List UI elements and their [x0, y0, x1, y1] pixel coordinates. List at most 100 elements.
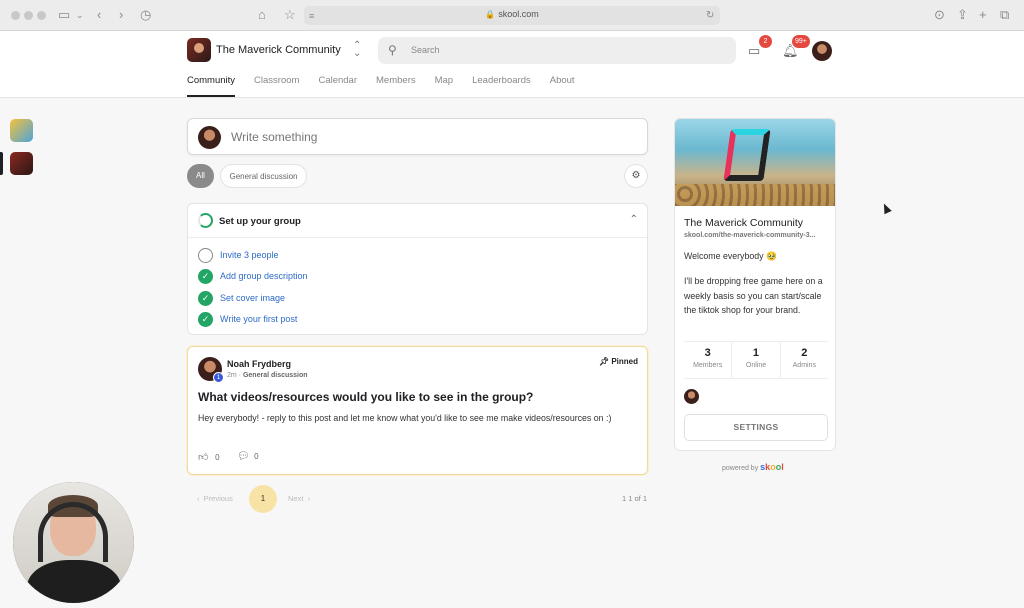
pinned-label: Pinned — [611, 357, 638, 366]
community-logo[interactable] — [187, 38, 211, 62]
task-label[interactable]: Set cover image — [220, 293, 285, 303]
like-button[interactable]: 👍︎ 0 — [198, 451, 220, 463]
comment-button[interactable]: 💬︎ 0 — [237, 451, 259, 462]
stat-online[interactable]: 1 Online — [732, 342, 781, 378]
tab-map[interactable]: Map — [435, 75, 453, 97]
downloads-icon[interactable]: ⊙ — [934, 7, 945, 23]
filter-settings-icon[interactable]: ⚙ — [624, 164, 648, 188]
post-time: 2m — [227, 372, 237, 379]
chat-badge: 2 — [759, 35, 772, 48]
stat-value: 3 — [704, 347, 711, 359]
share-icon[interactable]: ⇪ — [957, 7, 968, 23]
pagination-count: 1 1 of 1 — [622, 494, 648, 503]
setup-card: Set up your group ⌃ Invite 3 people ✓ Ad… — [187, 203, 648, 335]
tab-leaderboards[interactable]: Leaderboards — [472, 75, 531, 97]
tab-about[interactable]: About — [550, 75, 575, 97]
pinned-post-card[interactable]: 1 Noah Frydberg 2m · General discussion … — [187, 346, 648, 475]
sidebar-description: I'll be dropping free game here on a wee… — [684, 276, 823, 315]
presenter-body — [27, 560, 121, 603]
rail-community-1[interactable] — [10, 119, 33, 142]
sidebar-community-url[interactable]: skool.com/the-maverick-community-3... — [684, 232, 815, 239]
stat-admins[interactable]: 2 Admins — [781, 342, 828, 378]
pagination-current-page[interactable]: 1 — [249, 485, 277, 513]
forward-icon[interactable]: › — [119, 7, 123, 23]
tab-overview-icon[interactable]: ⧉ — [1000, 7, 1009, 23]
address-bar[interactable]: ≡ 🔒 skool.com ↻ — [304, 6, 720, 25]
previous-label: Previous — [203, 494, 233, 503]
comment-icon: 💬︎ — [237, 451, 250, 462]
post-composer[interactable]: Write something — [187, 118, 648, 155]
post-meta: 2m · General discussion — [227, 372, 308, 379]
next-label: Next — [288, 494, 304, 503]
new-tab-icon[interactable]: + — [979, 7, 987, 23]
zoom-window-button[interactable] — [37, 11, 46, 20]
level-badge: 1 — [213, 372, 224, 383]
lock-icon: 🔒 — [485, 10, 496, 19]
minimize-window-button[interactable] — [24, 11, 33, 20]
thumbs-up-icon: 👍︎ — [198, 452, 209, 463]
filter-chip-general[interactable]: General discussion — [220, 164, 307, 188]
search-placeholder: Search — [411, 45, 440, 55]
chat-icon[interactable]: ▭ — [748, 43, 760, 59]
member-avatar[interactable] — [684, 389, 699, 404]
stat-label: Online — [745, 362, 767, 369]
task-label[interactable]: Invite 3 people — [220, 250, 279, 260]
bookmark-star-icon[interactable]: ☆ — [284, 7, 296, 23]
task-label[interactable]: Write your first post — [220, 314, 297, 324]
post-author[interactable]: Noah Frydberg — [227, 359, 291, 369]
post-category[interactable]: General discussion — [243, 372, 308, 379]
skool-logo: skool — [760, 462, 784, 472]
stat-label: Members — [693, 362, 723, 369]
stat-value: 2 — [801, 347, 808, 359]
notification-badge: 99+ — [792, 35, 810, 48]
community-name[interactable]: The Maverick Community — [216, 44, 341, 56]
sidebar-toggle-icon[interactable]: ▭ — [58, 7, 70, 23]
community-about-card: The Maverick Community skool.com/the-mav… — [674, 118, 836, 451]
like-count: 0 — [215, 453, 220, 462]
post-title[interactable]: What videos/resources would you like to … — [198, 390, 533, 404]
comment-count: 0 — [254, 452, 259, 461]
rail-active-indicator — [0, 152, 3, 175]
rail-community-2[interactable] — [10, 152, 33, 175]
back-icon[interactable]: ‹ — [97, 7, 101, 23]
check-circle-icon: ✓ — [198, 312, 213, 327]
site-header: The Maverick Community ⌃ ⌄ ⚲ Search ▭ 2 🔔… — [0, 31, 1024, 98]
chevron-down-icon[interactable]: ⌄ — [76, 7, 84, 23]
webcam-overlay — [13, 482, 134, 603]
history-icon[interactable]: ◷ — [140, 7, 151, 23]
task-label[interactable]: Add group description — [220, 271, 308, 281]
pinned-indicator: 📌︎ Pinned — [599, 357, 638, 366]
pin-icon: 📌︎ — [598, 357, 610, 366]
progress-ring-icon — [198, 213, 213, 228]
sidebar-community-name: The Maverick Community — [684, 217, 804, 229]
unchecked-circle-icon — [198, 248, 213, 263]
user-avatar[interactable] — [812, 41, 832, 61]
pagination-next[interactable]: Next › — [288, 494, 310, 503]
powered-by[interactable]: powered by skool — [722, 462, 784, 472]
settings-button[interactable]: SETTINGS — [684, 414, 828, 441]
coins-decoration — [675, 184, 835, 206]
composer-placeholder: Write something — [231, 130, 318, 144]
pagination-previous[interactable]: ‹ Previous — [197, 494, 233, 503]
tab-classroom[interactable]: Classroom — [254, 75, 299, 97]
setup-header[interactable]: Set up your group ⌃ — [188, 204, 647, 238]
stat-members[interactable]: 3 Members — [684, 342, 733, 378]
home-icon[interactable]: ⌂ — [258, 7, 266, 23]
stat-label: Admins — [792, 362, 816, 369]
url-text: skool.com — [498, 9, 539, 19]
filter-chip-all[interactable]: All — [187, 164, 214, 188]
search-icon: ⚲ — [388, 43, 397, 57]
close-window-button[interactable] — [11, 11, 20, 20]
check-circle-icon: ✓ — [198, 291, 213, 306]
reload-icon[interactable]: ↻ — [706, 8, 714, 24]
community-switcher-icon[interactable]: ⌃ ⌄ — [353, 41, 361, 59]
tab-members[interactable]: Members — [376, 75, 416, 97]
composer-avatar — [198, 126, 221, 149]
search-input[interactable]: ⚲ Search — [378, 37, 736, 64]
tab-community[interactable]: Community — [187, 75, 236, 97]
powered-by-label: powered by — [722, 465, 759, 472]
tab-calendar[interactable]: Calendar — [318, 75, 357, 97]
cover-image — [675, 119, 835, 206]
sidebar-welcome: Welcome everybody 🥹 — [684, 251, 777, 261]
chevron-up-icon[interactable]: ⌃ — [630, 214, 638, 225]
